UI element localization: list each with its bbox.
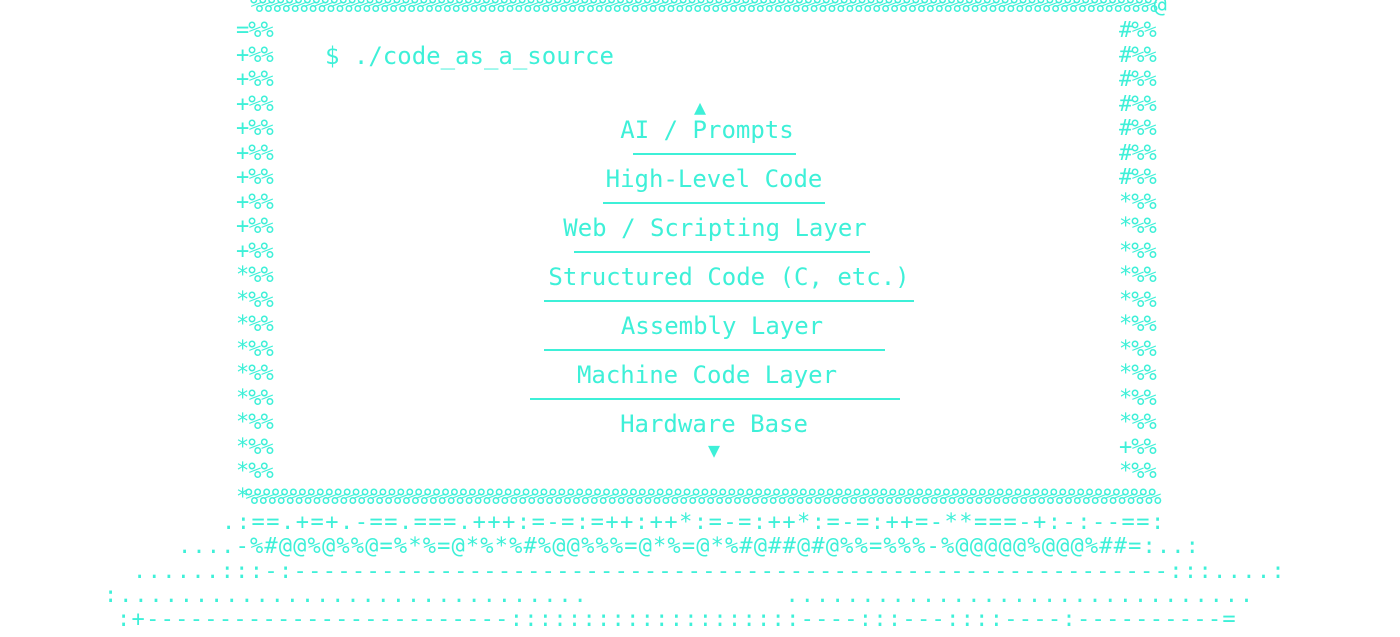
frame-left-border-segment: +%% [236,140,274,166]
frame-right-border-segment: +%% [1119,434,1157,460]
frame-right-border-segment: #%% [1119,67,1157,92]
base-row: :+-------------------------:::::::::::::… [117,607,1237,632]
arrow-down-icon: ▼ [707,438,721,462]
frame-left-border-segment: *%% [236,434,274,460]
frame-left-border-segment: *%% [236,336,274,362]
layer-ai-prompts: AI / Prompts [620,116,794,144]
frame-left-border-segment: *%% [236,459,274,484]
layer-divider [574,251,870,253]
frame-left-border-segment: +%% [236,67,274,92]
base-row: .:==.+=+.-==.===.+++:=-=:=++:++*:=-=:++*… [222,510,1166,535]
frame-right-border-segment: #%% [1119,18,1157,43]
layer-divider [530,398,900,400]
frame-right-border-segment: #%% [1119,91,1157,117]
frame-left-border-segment: +%% [236,42,274,68]
layer-divider [603,202,825,204]
frame-top-border: %%%%%%%%%%%%%%%%%%%%%%%%%%%%%%%%%%%%%%%%… [250,0,1167,18]
layer-divider [544,349,885,351]
layer-high-level-code: High-Level Code [605,165,823,193]
layer-web-scripting: Web / Scripting Layer [563,214,867,242]
layer-divider [544,300,914,302]
base-row: ....-%#@@%@%%@=%*%=@*%*%#%@@%%%=@*%=@*%#… [178,534,1201,559]
frame-right-border-segment: *%% [1119,287,1157,313]
terminal-prompt: $ ./code_as_a_source [325,42,614,70]
frame-right-border-segment: *%% [1119,336,1157,362]
base-row: ......:::-:-----------------------------… [133,559,1287,584]
base-row: :............................... .......… [104,583,1256,608]
frame-right-border-segment: #%% [1119,140,1157,166]
frame-right-border-segment: *%% [1119,189,1157,215]
arrow-up-icon: ▲ [693,95,707,119]
frame-right-border-segment: *%% [1119,385,1157,411]
layer-divider [633,153,796,155]
layer-structured-code: Structured Code (C, etc.) [548,263,910,291]
layer-machine-code: Machine Code Layer [576,361,838,389]
frame-left-border-segment: +%% [236,238,274,264]
frame-left-border-segment: +%% [236,91,274,117]
layer-assembly: Assembly Layer [620,312,824,340]
frame-left-border-segment: *%% [236,385,274,411]
frame-left-border-segment: +%% [236,189,274,215]
frame-right-border-segment: *%% [1119,459,1157,484]
frame-left-border-segment: =%% [236,18,274,43]
layer-hardware-base: Hardware Base [620,410,808,438]
frame-right-border-segment: *%% [1119,238,1157,264]
frame-left-border-segment: *%% [236,287,274,313]
frame-bottom-border: *%%%%%%%%%%%%%%%%%%%%%%%%%%%%%%%%%%%%%%%… [236,485,1162,510]
frame-right-border-segment: #%% [1119,42,1157,68]
